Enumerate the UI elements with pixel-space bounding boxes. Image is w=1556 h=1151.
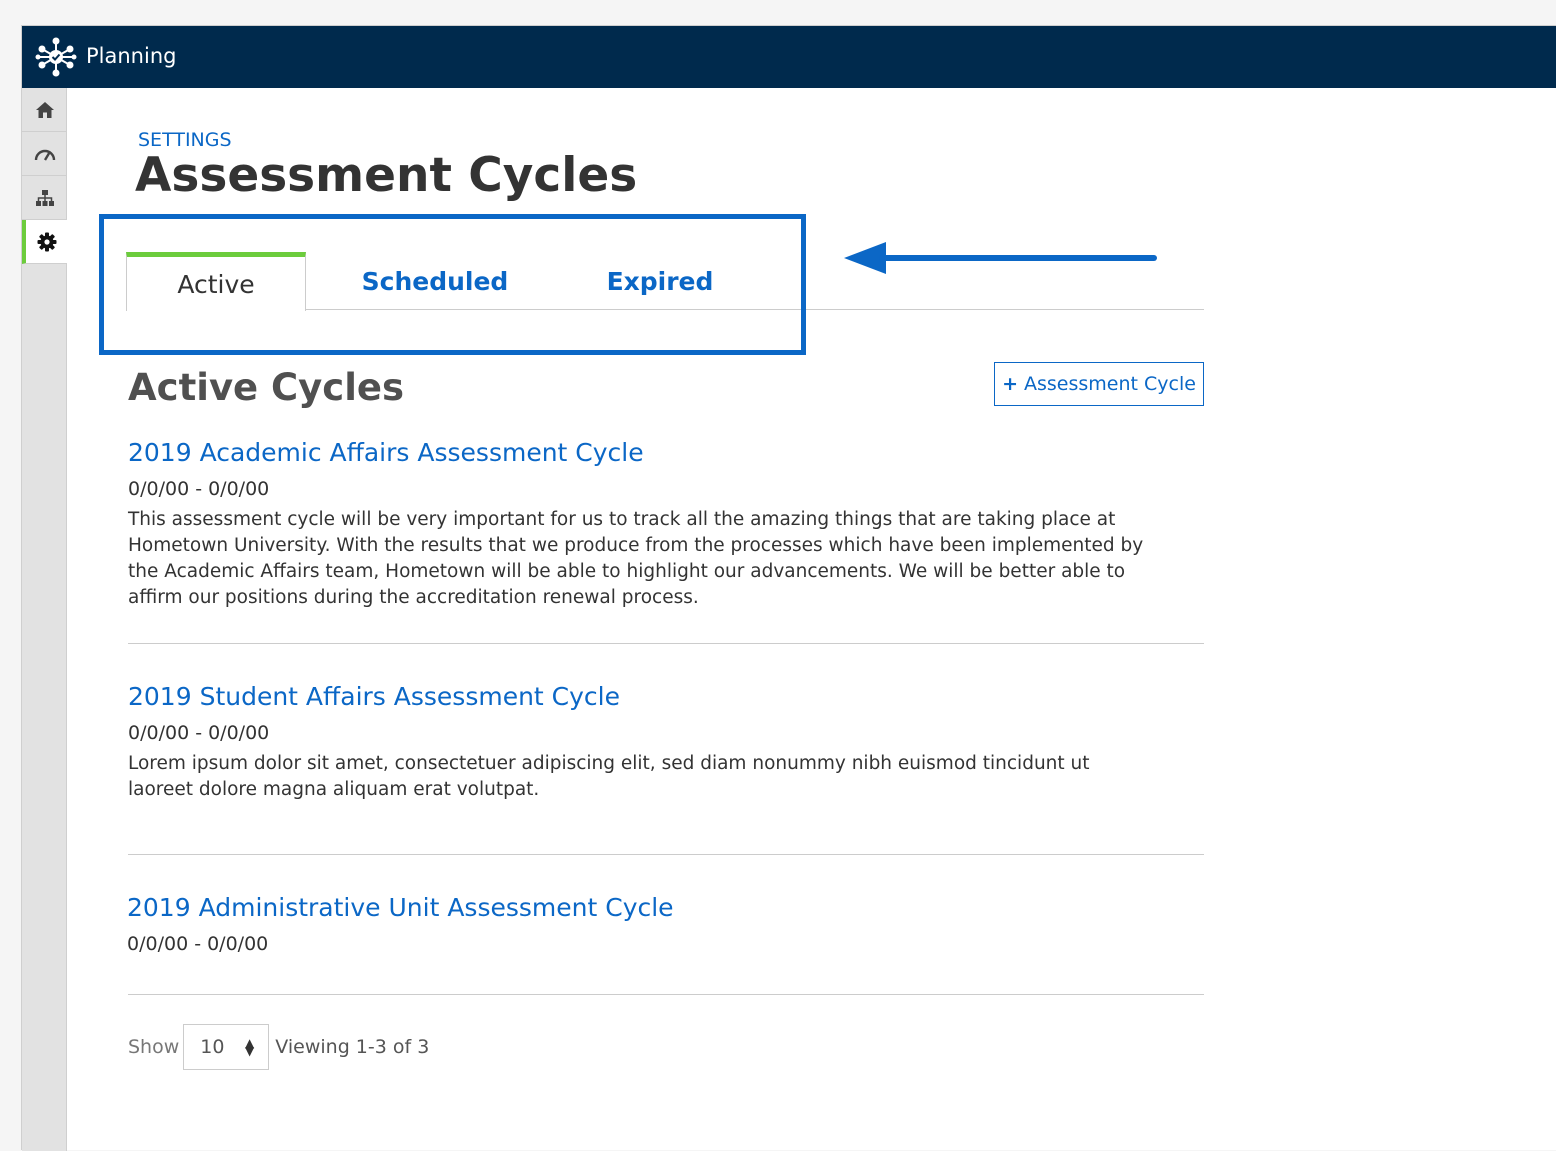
cycle-description: Lorem ipsum dolor sit amet, consectetuer… [128,753,1090,800]
cycle-description: This assessment cycle will be very impor… [128,509,1144,608]
list-divider [128,643,1204,644]
top-bar: Planning [22,26,1556,88]
add-assessment-cycle-button[interactable]: + Assessment Cycle [994,362,1204,406]
add-button-label: Assessment Cycle [1023,373,1196,395]
cycle-title-link[interactable]: 2019 Administrative Unit Assessment Cycl… [127,893,674,922]
org-chart-icon [35,189,54,206]
app-title: Planning [86,44,177,68]
pointer-arrow [844,242,1157,274]
pagination: Show 10 ▲ ▼ Viewing 1-3 of 3 [128,1024,429,1070]
sidebar-item-org-chart[interactable] [22,176,67,220]
sidebar-item-settings[interactable] [22,220,67,264]
tabs-highlight-box [99,214,806,355]
page-title: Assessment Cycles [135,148,638,203]
list-divider [128,854,1204,855]
sidebar [22,88,67,1151]
page-size-value: 10 [200,1036,225,1058]
cycle-title-link[interactable]: 2019 Student Affairs Assessment Cycle [128,682,620,711]
sidebar-item-home[interactable] [22,88,67,132]
section-title: Active Cycles [128,366,405,409]
show-label: Show [128,1036,180,1058]
plus-icon: + [1002,373,1018,395]
list-divider [128,994,1204,995]
page-size-select[interactable]: 10 ▲ ▼ [183,1024,270,1070]
cycle-dates: 0/0/00 - 0/0/00 [127,933,269,955]
sort-caret-icon: ▲ ▼ [245,1036,255,1058]
sidebar-item-dashboard[interactable] [22,132,67,176]
app-window: Planning SETTINGS Assessment Cycles Acti… [21,25,1556,1151]
home-icon [35,101,54,118]
viewing-count: Viewing 1-3 of 3 [275,1036,430,1058]
cycle-dates: 0/0/00 - 0/0/00 [128,722,270,744]
cycle-dates: 0/0/00 - 0/0/00 [128,478,270,500]
cycle-title-link[interactable]: 2019 Academic Affairs Assessment Cycle [128,438,644,467]
gear-icon [37,232,56,251]
dashboard-icon [34,149,55,161]
planning-logo-icon[interactable] [34,35,78,79]
